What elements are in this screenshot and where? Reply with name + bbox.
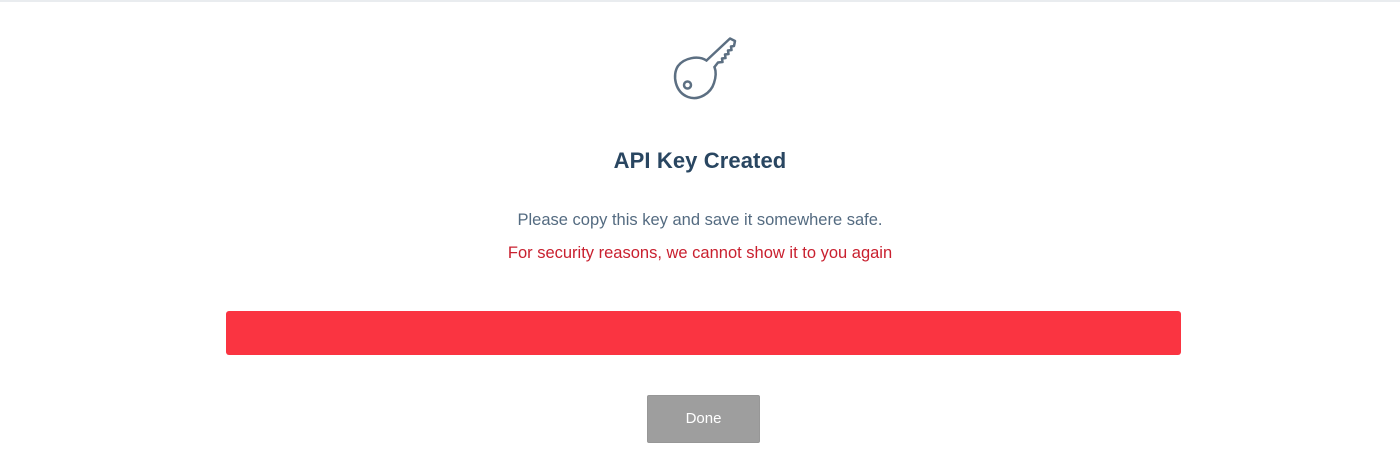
done-button[interactable]: Done bbox=[647, 395, 760, 443]
dialog-title: API Key Created bbox=[613, 148, 787, 173]
top-divider bbox=[0, 0, 1400, 2]
copy-instruction-text: Please copy this key and save it somewhe… bbox=[517, 211, 883, 229]
security-warning-text: For security reasons, we cannot show it … bbox=[507, 244, 893, 262]
api-key-created-dialog: API Key Created Please copy this key and… bbox=[0, 0, 1400, 476]
key-icon bbox=[668, 36, 740, 104]
api-key-field[interactable] bbox=[226, 311, 1181, 355]
